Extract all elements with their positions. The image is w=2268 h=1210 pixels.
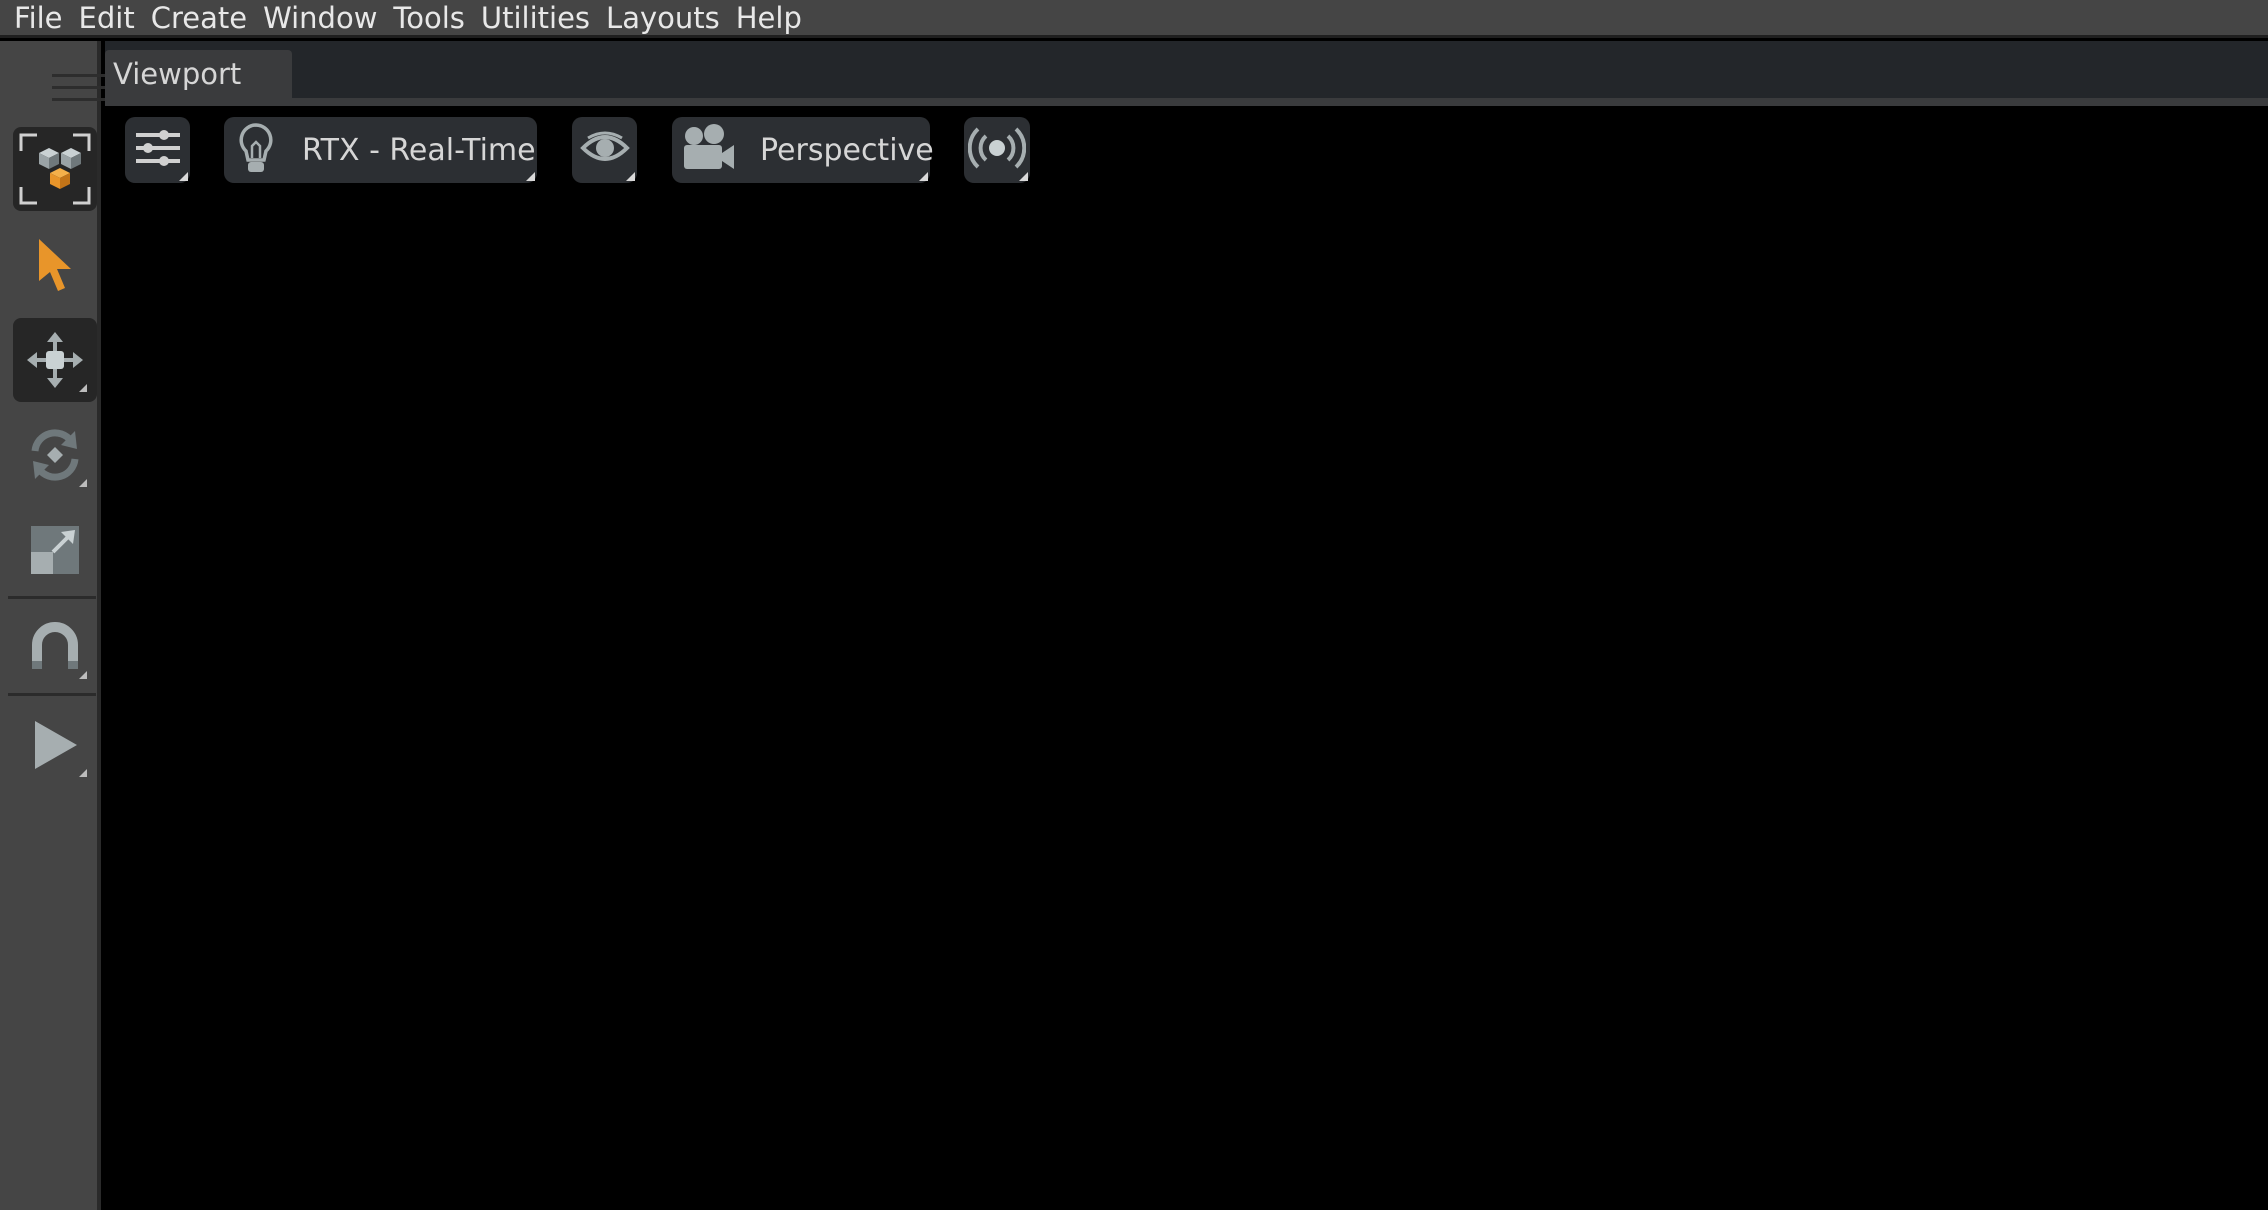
- broadcast-icon: [967, 124, 1027, 176]
- toolbar-separator: [8, 693, 96, 696]
- submenu-indicator: [79, 671, 87, 679]
- viewport-settings-button[interactable]: [125, 117, 190, 183]
- sliders-icon: [134, 124, 182, 176]
- menu-file[interactable]: File: [6, 0, 71, 37]
- select-mode-icon: [17, 131, 93, 207]
- snap-button[interactable]: [13, 605, 97, 689]
- renderer-label: RTX - Real-Time: [302, 132, 536, 168]
- toolbar-separator: [8, 596, 96, 599]
- left-toolbar: [0, 41, 138, 1210]
- menu-layouts[interactable]: Layouts: [598, 0, 728, 37]
- submenu-indicator: [1019, 172, 1028, 181]
- menu-help[interactable]: Help: [728, 0, 810, 37]
- tab-viewport[interactable]: Viewport: [105, 50, 292, 98]
- menu-create[interactable]: Create: [143, 0, 255, 37]
- rotate-icon: [23, 423, 87, 487]
- toolbar-grip[interactable]: [0, 41, 138, 111]
- submenu-indicator: [919, 172, 928, 181]
- move-icon: [23, 328, 87, 392]
- submenu-indicator: [626, 172, 635, 181]
- menu-window[interactable]: Window: [255, 0, 385, 37]
- submenu-indicator: [79, 769, 87, 777]
- submenu-indicator: [79, 479, 87, 487]
- camera-icon: [680, 123, 736, 177]
- play-button[interactable]: [13, 703, 97, 787]
- viewport-tab-bar: Viewport: [105, 41, 2268, 98]
- play-icon: [25, 715, 85, 775]
- menu-edit[interactable]: Edit: [71, 0, 143, 37]
- renderer-button[interactable]: RTX - Real-Time: [224, 117, 537, 183]
- cursor-arrow-icon: [25, 235, 85, 295]
- select-tool-button[interactable]: [13, 223, 97, 307]
- streaming-button[interactable]: [964, 117, 1030, 183]
- submenu-indicator: [526, 172, 535, 181]
- lightbulb-icon: [236, 122, 276, 178]
- camera-label: Perspective: [760, 132, 934, 168]
- submenu-indicator: [179, 172, 188, 181]
- scale-tool-button[interactable]: [13, 508, 97, 592]
- tab-underline: [105, 98, 2268, 106]
- submenu-indicator: [79, 384, 87, 392]
- menu-utilities[interactable]: Utilities: [473, 0, 598, 37]
- menu-tools[interactable]: Tools: [385, 0, 472, 37]
- scale-icon: [25, 520, 85, 580]
- camera-button[interactable]: Perspective: [672, 117, 934, 183]
- menubar: File Edit Create Window Tools Utilities …: [0, 0, 2268, 38]
- eye-icon: [579, 128, 630, 172]
- visibility-button[interactable]: [572, 117, 637, 183]
- rotate-tool-button[interactable]: [13, 413, 97, 497]
- viewport-canvas[interactable]: [113, 106, 2268, 1210]
- move-tool-button[interactable]: [13, 318, 97, 402]
- select-mode-button[interactable]: [13, 127, 97, 211]
- magnet-snap-icon: [25, 617, 85, 677]
